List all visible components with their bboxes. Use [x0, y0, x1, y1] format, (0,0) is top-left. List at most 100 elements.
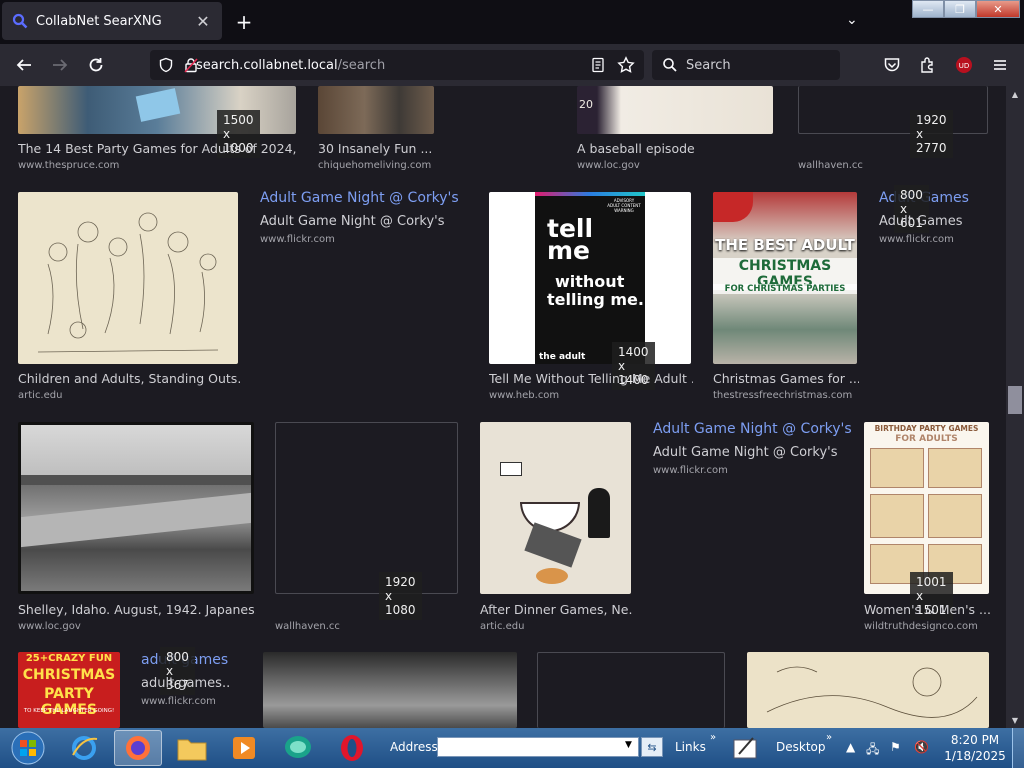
search-icon: [663, 58, 677, 72]
taskbar-explorer[interactable]: [168, 730, 216, 766]
engraving-illustration: [766, 666, 978, 718]
search-bar[interactable]: Search: [652, 50, 840, 80]
bookmark-star-icon[interactable]: [617, 56, 635, 74]
lock-warning-icon[interactable]: [183, 57, 199, 73]
minimize-button[interactable]: —: [912, 0, 944, 18]
internet-explorer-icon: [72, 736, 98, 760]
result-title[interactable]: Women's & Men's ...: [864, 602, 991, 617]
cracker-shape: [536, 568, 568, 584]
result-thumbnail[interactable]: BIRTHDAY PARTY GAMES FOR ADULTS: [864, 422, 989, 594]
result-snippet: Adult Game Night @ Corky's: [260, 214, 445, 229]
taskbar-media-player[interactable]: [220, 730, 268, 766]
tab-close-icon[interactable]: ✕: [194, 12, 212, 31]
result-thumbnail[interactable]: [18, 192, 238, 364]
card-shape: [135, 88, 181, 122]
tab-title: CollabNet SearXNG: [36, 13, 162, 29]
result-thumbnail[interactable]: [480, 422, 631, 594]
paint-icon: [733, 737, 757, 759]
start-button[interactable]: [2, 730, 54, 766]
new-tab-button[interactable]: +: [232, 10, 256, 34]
result-snippet: Adult Game Night @ Corky's: [653, 445, 838, 460]
desktop-chevron-icon[interactable]: »: [826, 732, 832, 743]
result-title[interactable]: Christmas Games for ...: [713, 371, 859, 386]
address-toolbar-input[interactable]: [437, 737, 639, 757]
result-thumbnail-placeholder[interactable]: [537, 652, 725, 728]
tab-searxng[interactable]: CollabNet SearXNG ✕: [2, 2, 222, 40]
game-card-2: [928, 448, 982, 488]
result-thumbnail[interactable]: 25+CRAZY FUN CHRISTMAS PARTY GAMES TO KE…: [18, 652, 120, 728]
action-center-flag-icon[interactable]: ⚑: [890, 740, 901, 754]
tray-expand-icon[interactable]: ▲: [846, 740, 855, 754]
reload-button[interactable]: [84, 53, 108, 77]
extensions-button[interactable]: [916, 53, 940, 77]
game-card-3: [870, 494, 924, 538]
vertical-scrollbar[interactable]: ▲ ▼: [1006, 86, 1024, 728]
chess-knight: [588, 488, 610, 538]
result-thumbnail[interactable]: [18, 422, 254, 594]
box-title-line3: without: [555, 272, 625, 291]
taskbar-opera[interactable]: [328, 730, 376, 766]
image-headline-1: BIRTHDAY PARTY GAMES: [874, 424, 979, 433]
result-thumbnail[interactable]: [263, 652, 517, 728]
scroll-down-arrow-icon[interactable]: ▼: [1006, 712, 1024, 728]
maximize-button[interactable]: ❐: [944, 0, 976, 18]
image-headline-1: THE BEST ADULT: [715, 236, 855, 254]
address-dropdown-icon[interactable]: ▼: [625, 740, 632, 750]
taskbar-paint[interactable]: [726, 730, 766, 766]
ublock-icon: UD: [956, 57, 972, 73]
result-thumbnail[interactable]: 20: [577, 86, 773, 134]
show-desktop-button[interactable]: [1012, 728, 1024, 768]
system-clock[interactable]: 8:20 PM 1/18/2025: [942, 732, 1008, 764]
result-thumbnail[interactable]: [318, 86, 434, 134]
result-title[interactable]: 30 Insanely Fun ...: [318, 141, 448, 156]
forward-button[interactable]: [48, 53, 72, 77]
image-dimensions: 1920 x 2770: [910, 110, 953, 158]
links-toolbar-label[interactable]: Links: [675, 740, 706, 754]
menu-button[interactable]: [988, 53, 1012, 77]
back-button[interactable]: [12, 53, 36, 77]
media-player-icon: [233, 737, 255, 759]
result-source: www.heb.com: [489, 390, 560, 401]
windows-taskbar: Address ▼ ⇆ Links » Desktop » ▲ 🖧 ⚑ 🔇 8:…: [0, 728, 1024, 768]
taskbar-ie[interactable]: [60, 730, 108, 766]
result-source: www.loc.gov: [577, 160, 640, 171]
result-title[interactable]: Tell Me Without Telling Me Adult ...: [489, 371, 693, 386]
url-bar[interactable]: search.collabnet.local/search: [150, 50, 644, 80]
address-go-button[interactable]: ⇆: [641, 737, 663, 757]
ublock-button[interactable]: UD: [952, 53, 976, 77]
result-title[interactable]: A baseball episode: [577, 141, 777, 156]
result-source: chiquehomeliving.com: [318, 160, 432, 171]
reader-view-icon[interactable]: [590, 57, 606, 73]
shield-icon[interactable]: [158, 57, 174, 73]
pocket-button[interactable]: [880, 53, 904, 77]
result-thumbnail[interactable]: [747, 652, 989, 728]
taskbar-firefox[interactable]: [114, 730, 162, 766]
result-link[interactable]: Adult Game Night @ Corky's: [260, 190, 459, 206]
close-window-button[interactable]: ✕: [976, 0, 1020, 18]
scroll-up-arrow-icon[interactable]: ▲: [1006, 86, 1024, 102]
result-link[interactable]: Adult Game Night @ Corky's: [653, 421, 852, 437]
scrollbar-thumb[interactable]: [1008, 386, 1022, 414]
sketch-illustration: [37, 212, 219, 353]
image-headline-4: TO KEEP THE LAUGHTER GOING!: [23, 708, 115, 714]
result-thumbnail-placeholder[interactable]: [798, 86, 988, 134]
result-thumbnail-placeholder[interactable]: [275, 422, 458, 594]
result-title[interactable]: The 14 Best Party Games for Adults of 20…: [18, 141, 298, 156]
chat-bubble-icon: [285, 736, 311, 758]
result-title[interactable]: After Dinner Games, Ne...: [480, 602, 633, 617]
volume-muted-icon[interactable]: 🔇: [914, 740, 929, 754]
result-thumbnail[interactable]: ADVISORY ADULT CONTENT WARNING tell me w…: [489, 192, 691, 364]
desktop-toolbar-label[interactable]: Desktop: [776, 740, 826, 754]
network-icon[interactable]: 🖧: [866, 740, 879, 761]
links-chevron-icon[interactable]: »: [710, 732, 716, 743]
svg-text:UD: UD: [959, 62, 970, 70]
reload-icon: [89, 58, 103, 72]
canal-water: [21, 492, 251, 548]
result-title[interactable]: Children and Adults, Standing Outs...: [18, 371, 240, 386]
tab-list-chevron-icon[interactable]: ⌄: [846, 12, 858, 28]
result-thumbnail[interactable]: THE BEST ADULT CHRISTMAS GAMES FOR CHRIS…: [713, 192, 857, 364]
result-title[interactable]: Shelley, Idaho. August, 1942. Japanes...: [18, 602, 256, 617]
horizon-trees: [21, 475, 251, 485]
result-source: wallhaven.cc: [275, 621, 340, 632]
taskbar-chat-app[interactable]: [274, 730, 322, 766]
